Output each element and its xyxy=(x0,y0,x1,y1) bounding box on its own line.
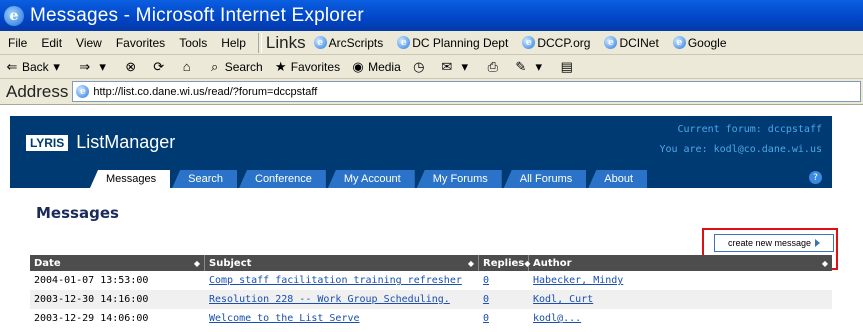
col-author[interactable]: Author ◆ xyxy=(529,255,832,271)
tab-bar: Messages Search Conference My Account My… xyxy=(10,168,832,188)
favorites-button[interactable]: ★ Favorites xyxy=(273,59,340,75)
document-icon: ▤ xyxy=(560,58,573,74)
menu-favorites[interactable]: Favorites xyxy=(116,36,165,50)
media-button[interactable]: ◉ Media xyxy=(350,58,400,75)
history-icon: ◷ xyxy=(413,58,425,74)
page-title: Messages xyxy=(36,204,119,222)
address-url: http://list.co.dane.wi.us/read/?forum=dc… xyxy=(93,85,318,98)
home-button[interactable]: ⌂ xyxy=(179,59,197,75)
app-header: LYRIS ListManager Current forum: dccpsta… xyxy=(10,116,832,168)
print-button[interactable]: ⎙ xyxy=(485,59,503,75)
stop-button[interactable]: ⊗ xyxy=(123,59,141,75)
chevron-down-icon: ▾ xyxy=(535,58,543,74)
forward-button[interactable]: ⇒ ▾ xyxy=(77,59,113,75)
row-replies-link[interactable]: 0 xyxy=(483,313,489,324)
session-info: Current forum: dccpstaff You are: kodl@c… xyxy=(659,120,822,160)
link-dcinet[interactable]: e DCINet xyxy=(604,36,659,50)
ie-page-icon: e xyxy=(604,36,618,49)
table-header: Date ◆ Subject ◆ Replies ◆ Author ◆ xyxy=(30,255,832,271)
table-row: 2003-12-30 14:16:00 Resolution 228 -- Wo… xyxy=(30,290,832,309)
row-author-link[interactable]: kodl@... xyxy=(533,313,581,324)
search-button[interactable]: ⌕ Search xyxy=(207,59,263,75)
row-subject-link[interactable]: Welcome to the List Serve xyxy=(209,313,360,324)
back-arrow-icon: ⇐ xyxy=(6,58,18,74)
menu-tools[interactable]: Tools xyxy=(179,36,207,50)
link-dccp[interactable]: e DCCP.org xyxy=(522,36,590,50)
forward-arrow-icon: ⇒ xyxy=(79,58,91,74)
row-subject-link[interactable]: Comp staff facilitation training refresh… xyxy=(209,275,462,286)
standard-toolbar: ⇐ Back ▾ ⇒ ▾ ⊗ ⟳ ⌂ ⌕ Search ★ Favorites ◉ Medi… xyxy=(0,55,863,79)
tab-messages[interactable]: Messages xyxy=(90,170,171,188)
ie-logo-icon: e xyxy=(4,5,24,26)
window-title-bar: e Messages - Microsoft Internet Explorer xyxy=(0,0,863,31)
menu-edit[interactable]: Edit xyxy=(41,36,62,50)
home-icon: ⌂ xyxy=(182,59,191,74)
link-dc-planning[interactable]: e DC Planning Dept xyxy=(397,36,508,50)
address-label: Address xyxy=(6,81,69,101)
edit-button[interactable]: ✎ ▾ xyxy=(513,59,549,75)
mail-button[interactable]: ✉ ▾ xyxy=(439,59,475,75)
tab-conference[interactable]: Conference xyxy=(239,170,326,188)
sort-icon: ◆ xyxy=(193,258,200,268)
address-bar: Address e http://list.co.dane.wi.us/read… xyxy=(0,79,863,105)
row-author-link[interactable]: Habecker, Mindy xyxy=(533,275,623,286)
tab-my-account[interactable]: My Account xyxy=(327,170,415,188)
messages-table: Date ◆ Subject ◆ Replies ◆ Author ◆ 2004-01-… xyxy=(30,255,832,328)
favorites-icon: ★ xyxy=(274,58,287,74)
tab-about[interactable]: About xyxy=(588,170,648,188)
ie-page-icon: e xyxy=(76,85,90,98)
refresh-button[interactable]: ⟳ xyxy=(151,59,169,75)
col-replies[interactable]: Replies ◆ xyxy=(479,255,530,271)
link-arcscripts[interactable]: e ArcScripts xyxy=(313,36,383,50)
current-user: You are: kodl@co.dane.wi.us xyxy=(659,144,822,155)
ie-page-icon: e xyxy=(672,36,686,49)
row-replies-link[interactable]: 0 xyxy=(483,294,489,305)
ie-page-icon: e xyxy=(522,36,536,49)
menu-help[interactable]: Help xyxy=(221,36,246,50)
row-replies-link[interactable]: 0 xyxy=(483,275,489,286)
current-forum: Current forum: dccpstaff xyxy=(677,124,823,135)
discuss-button[interactable]: ▤ xyxy=(559,59,577,75)
row-author-link[interactable]: Kodl, Curt xyxy=(533,294,593,305)
mail-icon: ✉ xyxy=(441,58,453,74)
tab-all-forums[interactable]: All Forums xyxy=(503,170,587,188)
col-date[interactable]: Date ◆ xyxy=(30,255,205,271)
edit-icon: ✎ xyxy=(515,58,527,74)
search-icon: ⌕ xyxy=(211,58,219,74)
chevron-down-icon: ▾ xyxy=(53,58,60,74)
sort-icon: ◆ xyxy=(821,258,828,268)
table-row: 2004-01-07 13:53:00 Comp staff facilitat… xyxy=(30,271,832,290)
ie-page-icon: e xyxy=(397,36,411,49)
refresh-icon: ⟳ xyxy=(153,58,165,74)
address-input[interactable]: e http://list.co.dane.wi.us/read/?forum=… xyxy=(72,81,861,102)
link-google[interactable]: e Google xyxy=(672,36,727,50)
menu-separator xyxy=(257,32,262,53)
table-row: 2003-12-29 14:06:00 Welcome to the List … xyxy=(30,309,832,328)
row-date: 2004-01-07 13:53:00 xyxy=(34,275,149,286)
history-button[interactable]: ◷ xyxy=(411,59,429,75)
print-icon: ⎙ xyxy=(487,58,498,74)
row-date: 2003-12-29 14:06:00 xyxy=(34,313,149,324)
row-subject-link[interactable]: Resolution 228 -- Work Group Scheduling. xyxy=(209,294,450,305)
chevron-down-icon: ▾ xyxy=(99,58,106,74)
help-icon[interactable]: ? xyxy=(809,171,822,184)
menu-view[interactable]: View xyxy=(76,36,102,50)
window-title: Messages - Microsoft Internet Explorer xyxy=(30,4,364,26)
row-date: 2003-12-30 14:16:00 xyxy=(34,294,149,305)
ie-page-icon: e xyxy=(313,36,327,49)
tab-search[interactable]: Search xyxy=(172,170,237,188)
tab-my-forums[interactable]: My Forums xyxy=(416,170,502,188)
menu-file[interactable]: File xyxy=(8,36,27,50)
col-subject[interactable]: Subject ◆ xyxy=(205,255,479,271)
links-label: Links xyxy=(265,32,306,52)
stop-icon: ⊗ xyxy=(125,58,137,74)
lyris-badge: LYRIS xyxy=(26,134,69,151)
sort-icon: ◆ xyxy=(467,258,474,268)
menu-bar: File Edit View Favorites Tools Help Link… xyxy=(0,31,863,55)
app-logo: LYRIS ListManager xyxy=(26,132,175,153)
back-button[interactable]: ⇐ Back ▾ xyxy=(4,59,67,75)
app-name: ListManager xyxy=(76,132,176,152)
chevron-down-icon: ▾ xyxy=(461,58,469,74)
media-icon: ◉ xyxy=(352,58,364,74)
